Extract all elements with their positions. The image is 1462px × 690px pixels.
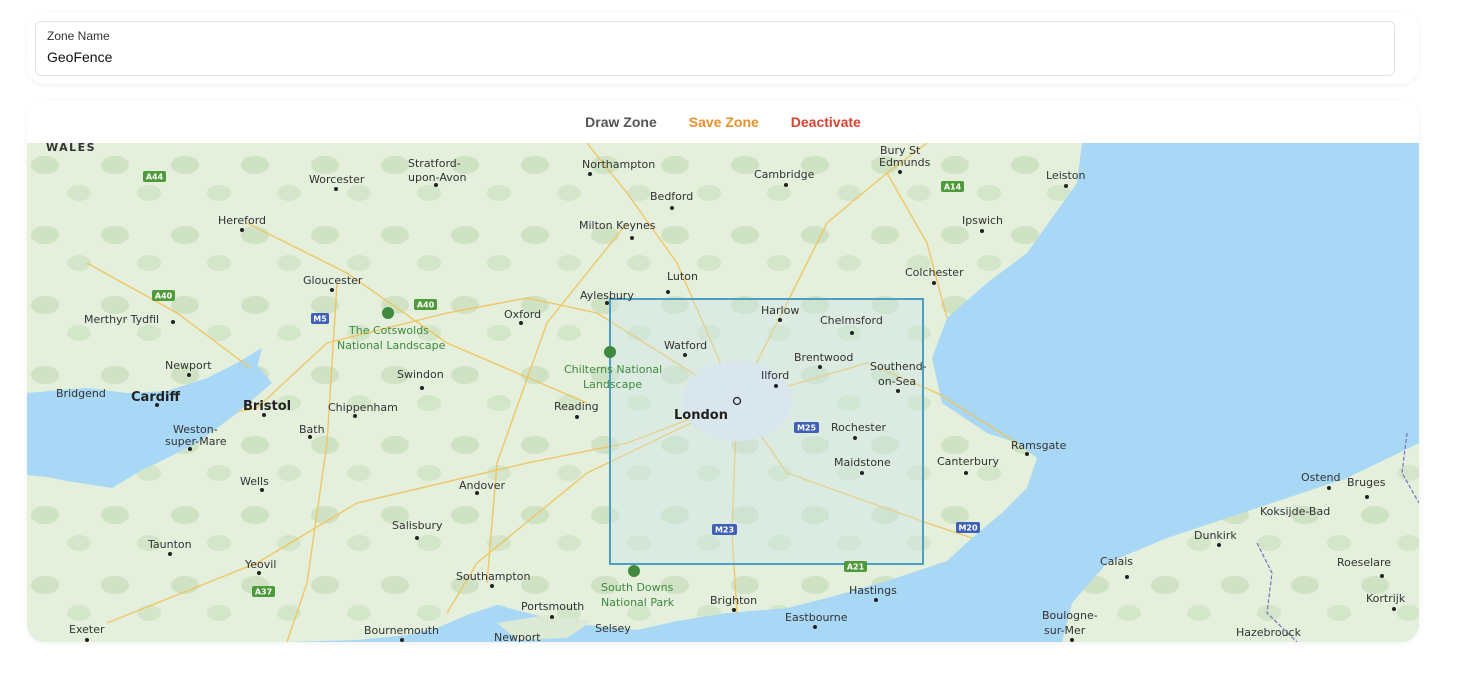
city-label-yeovil: Yeovil: [244, 558, 276, 571]
city-label-swindon: Swindon: [397, 368, 444, 381]
park-label-south-downs: South Downs: [601, 581, 674, 594]
park-label-south-downs: National Park: [601, 596, 675, 609]
road-label-a40: A40: [155, 292, 173, 301]
city-label-andover: Andover: [459, 479, 505, 492]
city-label-chippenham: Chippenham: [328, 401, 398, 414]
city-label-boulogne: Boulogne-: [1042, 609, 1098, 622]
city-label-rochester: Rochester: [831, 421, 886, 434]
deactivate-button[interactable]: Deactivate: [791, 114, 861, 130]
city-label-cambridge: Cambridge: [754, 168, 815, 181]
city-label-aylesbury: Aylesbury: [580, 289, 634, 302]
city-label-hastings: Hastings: [849, 584, 897, 597]
city-label-newport-iow: Newport: [494, 631, 541, 642]
city-label-bristol: Bristol: [243, 399, 291, 414]
city-label-northampton: Northampton: [582, 158, 655, 171]
road-label-m23: M23: [715, 526, 734, 535]
draw-zone-button[interactable]: Draw Zone: [585, 114, 657, 130]
map-canvas[interactable]: A44 A40 A40 M5 A14 M25 M23 A21 M20 A37 W…: [27, 143, 1419, 642]
city-label-maidstone: Maidstone: [834, 456, 891, 469]
tree-icon: [604, 346, 616, 358]
park-label-cotswolds: National Landscape: [337, 339, 446, 352]
city-label-koksijde: Koksijde-Bad: [1260, 505, 1330, 518]
city-label-bury: Edmunds: [879, 156, 931, 169]
city-label-southend: Southend-: [870, 360, 927, 373]
city-label-boulogne: sur-Mer: [1044, 624, 1086, 637]
city-label-bridgend: Bridgend: [56, 387, 106, 400]
city-label-dunkirk: Dunkirk: [1194, 529, 1237, 542]
park-label-chilterns: Chilterns National: [564, 363, 662, 376]
save-zone-button[interactable]: Save Zone: [689, 114, 759, 130]
park-label-cotswolds: The Cotswolds: [348, 324, 429, 337]
zone-name-label: Zone Name: [47, 29, 110, 43]
city-label-bruges: Bruges: [1347, 476, 1386, 489]
city-label-wells: Wells: [240, 475, 269, 488]
city-label-gloucester: Gloucester: [303, 274, 363, 287]
city-label-ramsgate: Ramsgate: [1011, 439, 1067, 452]
road-label-a44: A44: [146, 173, 164, 182]
city-label-stratford: Stratford-: [408, 157, 461, 170]
city-label-roeselare: Roeselare: [1337, 556, 1391, 569]
city-label-cardiff: Cardiff: [131, 390, 180, 405]
city-label-milton-keynes: Milton Keynes: [579, 219, 656, 232]
city-label-selsey: Selsey: [595, 622, 631, 635]
city-label-reading: Reading: [554, 400, 599, 413]
city-label-southampton: Southampton: [456, 570, 530, 583]
city-label-kortrijk: Kortrijk: [1366, 592, 1406, 605]
city-label-chelmsford: Chelmsford: [820, 314, 883, 327]
tree-icon: [382, 307, 394, 319]
city-label-brentwood: Brentwood: [794, 351, 853, 364]
city-label-colchester: Colchester: [905, 266, 964, 279]
city-label-bath: Bath: [299, 423, 325, 436]
road-label-m5: M5: [313, 315, 327, 324]
zone-name-input[interactable]: [47, 49, 1367, 65]
region-label-wales: WALES: [46, 143, 96, 154]
map-card: Draw Zone Save Zone Deactivate A44 A40 A…: [27, 100, 1419, 642]
tree-icon: [628, 565, 640, 577]
city-label-harlow: Harlow: [761, 304, 799, 317]
city-label-hereford: Hereford: [218, 214, 266, 227]
city-label-ipswich: Ipswich: [962, 214, 1003, 227]
road-label-m20: M20: [958, 524, 978, 533]
city-label-calais: Calais: [1100, 555, 1133, 568]
city-label-newport: Newport: [165, 359, 212, 372]
road-label-a37: A37: [255, 588, 272, 597]
road-label-a40: A40: [417, 301, 435, 310]
city-label-brighton: Brighton: [710, 594, 757, 607]
map-toolbar: Draw Zone Save Zone Deactivate: [27, 100, 1419, 143]
city-label-weston: super-Mare: [165, 435, 227, 448]
city-label-exeter: Exeter: [69, 623, 105, 636]
city-label-ilford: Ilford: [761, 369, 789, 382]
road-label-a14: A14: [944, 183, 962, 192]
city-label-stratford: upon-Avon: [408, 171, 467, 184]
city-label-london: London: [674, 408, 728, 423]
city-label-bournemouth: Bournemouth: [364, 624, 439, 637]
city-label-portsmouth: Portsmouth: [521, 600, 584, 613]
city-label-ostend: Ostend: [1301, 471, 1340, 484]
city-label-worcester: Worcester: [309, 173, 365, 186]
city-label-taunton: Taunton: [147, 538, 192, 551]
zone-name-field[interactable]: Zone Name: [35, 21, 1395, 76]
city-label-luton: Luton: [667, 270, 698, 283]
map-svg[interactable]: A44 A40 A40 M5 A14 M25 M23 A21 M20 A37 W…: [27, 143, 1419, 642]
city-label-bedford: Bedford: [650, 190, 693, 203]
city-label-watford: Watford: [664, 339, 707, 352]
city-label-oxford: Oxford: [504, 308, 541, 321]
city-label-southend: on-Sea: [878, 375, 916, 388]
city-label-merthyr: Merthyr Tydfil: [84, 313, 159, 326]
city-label-canterbury: Canterbury: [937, 455, 999, 468]
road-label-m25: M25: [797, 424, 817, 433]
city-label-eastbourne: Eastbourne: [785, 611, 848, 624]
city-label-salisbury: Salisbury: [392, 519, 443, 532]
zone-name-card: Zone Name: [27, 12, 1419, 84]
road-label-a21: A21: [847, 563, 865, 572]
park-label-chilterns: Landscape: [583, 378, 642, 391]
city-label-leiston: Leiston: [1046, 169, 1086, 182]
city-label-hazebrouck: Hazebrouck: [1236, 626, 1302, 639]
